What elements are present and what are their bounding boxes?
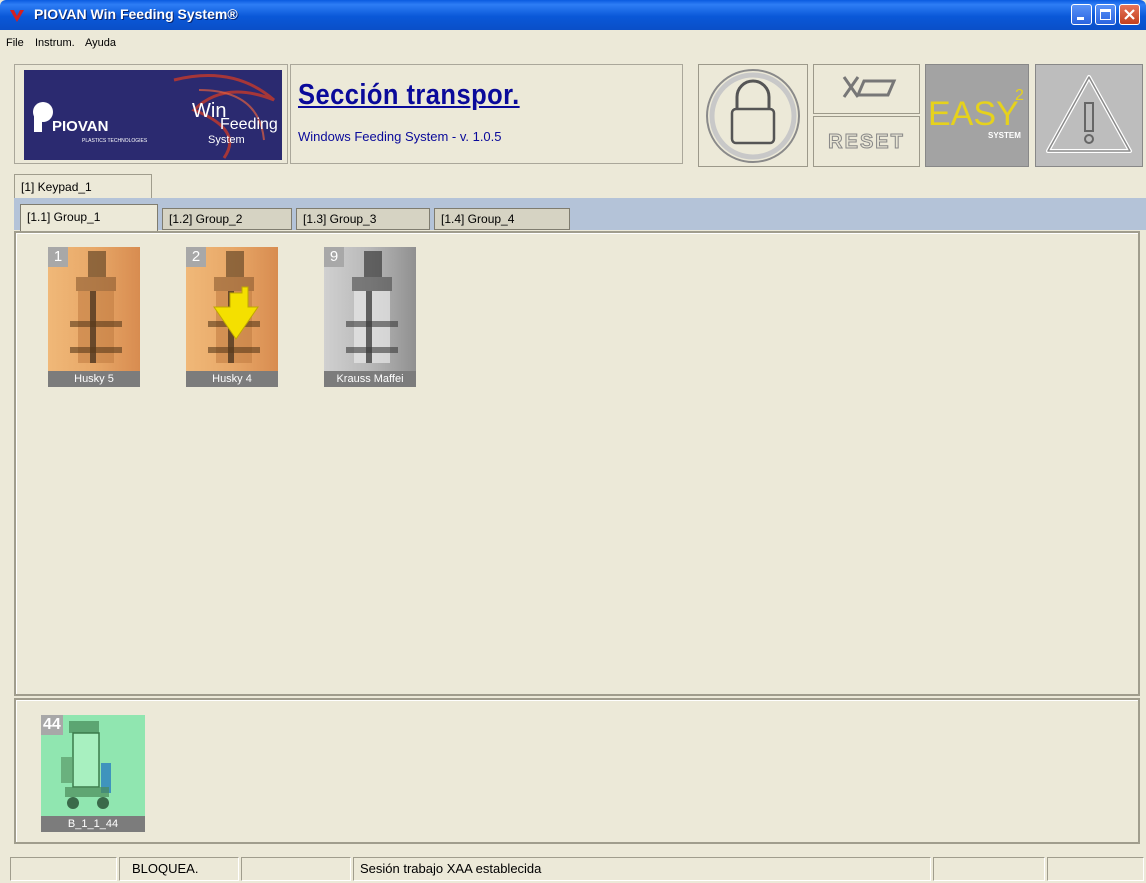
app-icon bbox=[10, 10, 24, 22]
device-label: Krauss Maffei bbox=[324, 371, 416, 387]
status-panel-empty-4 bbox=[1047, 857, 1144, 881]
status-message: Sesión trabajo XAA establecida bbox=[353, 857, 931, 881]
device-number: 9 bbox=[324, 247, 344, 267]
status-lock: BLOQUEA. bbox=[119, 857, 239, 881]
tab-group-2[interactable]: [1.2] Group_2 bbox=[162, 208, 292, 230]
alarm-button[interactable] bbox=[1035, 64, 1143, 167]
easy-sup: 2 bbox=[1015, 87, 1024, 104]
section-subtitle: Windows Feeding System - v. 1.0.5 bbox=[298, 129, 502, 144]
device-number: 1 bbox=[48, 247, 68, 267]
title-bar: PIOVAN Win Feeding System® bbox=[0, 0, 1146, 30]
tab-keypad-1[interactable]: [1] Keypad_1 bbox=[14, 174, 152, 198]
status-panel-empty-2 bbox=[241, 857, 351, 881]
lock-button[interactable] bbox=[698, 64, 808, 167]
easy-label: EASY bbox=[928, 95, 1019, 133]
logo-brand: PIOVAN bbox=[52, 118, 109, 135]
tab-group-1[interactable]: [1.1] Group_1 bbox=[20, 204, 158, 231]
devices-panel: 1 Husky 5 2 Husky 4 9 Krauss Maffei bbox=[14, 231, 1140, 696]
section-title: Sección transpor. bbox=[298, 79, 520, 111]
device-number: 2 bbox=[186, 247, 206, 267]
x-eraser-icon bbox=[842, 76, 897, 98]
device-tile[interactable]: 44 B_1_1_44 bbox=[41, 715, 145, 832]
lock-icon bbox=[706, 69, 800, 163]
x-button[interactable] bbox=[813, 64, 920, 114]
menu-instrum[interactable]: Instrum. bbox=[35, 37, 75, 49]
reset-label: RESET bbox=[828, 131, 905, 154]
status-panel-empty-1 bbox=[10, 857, 117, 881]
device-tile[interactable]: 2 Husky 4 bbox=[186, 247, 278, 387]
close-icon bbox=[1124, 9, 1135, 20]
logo-system: System bbox=[208, 134, 245, 146]
menu-bar: File Instrum. Ayuda bbox=[0, 30, 1146, 56]
minimize-button[interactable] bbox=[1071, 4, 1092, 25]
status-bar: BLOQUEA. Sesión trabajo XAA establecida bbox=[0, 853, 1146, 883]
logo-feeding: Feeding bbox=[220, 116, 278, 133]
tab-group-4[interactable]: [1.4] Group_4 bbox=[434, 208, 570, 230]
device-tile[interactable]: 9 Krauss Maffei bbox=[324, 247, 416, 387]
status-panel-empty-3 bbox=[933, 857, 1045, 881]
easy-sub: SYSTEM bbox=[988, 131, 1021, 140]
device-label: Husky 4 bbox=[186, 371, 278, 387]
logo-panel: PIOVAN PLASTICS TECHNOLOGIES Win Feeding… bbox=[14, 64, 288, 164]
maximize-button[interactable] bbox=[1095, 4, 1116, 25]
reset-button[interactable]: RESET bbox=[813, 116, 920, 167]
warning-icon bbox=[1046, 75, 1132, 153]
logo-brand-sub: PLASTICS TECHNOLOGIES bbox=[82, 138, 148, 144]
tab-group-3[interactable]: [1.3] Group_3 bbox=[296, 208, 430, 230]
maximize-icon bbox=[1100, 9, 1111, 20]
menu-file[interactable]: File bbox=[6, 37, 24, 49]
section-panel: Sección transpor. Windows Feeding System… bbox=[290, 64, 683, 164]
bottom-devices-panel: 44 B_1_1_44 bbox=[14, 698, 1140, 844]
window-title: PIOVAN Win Feeding System® bbox=[34, 6, 238, 22]
piovan-logo: PIOVAN PLASTICS TECHNOLOGIES Win Feeding… bbox=[24, 70, 282, 160]
device-number: 44 bbox=[41, 715, 63, 735]
minimize-icon bbox=[1077, 17, 1084, 20]
easy-system-button[interactable]: EASY 2 SYSTEM bbox=[925, 64, 1029, 167]
close-button[interactable] bbox=[1119, 4, 1140, 25]
device-label: B_1_1_44 bbox=[41, 816, 145, 832]
menu-ayuda[interactable]: Ayuda bbox=[85, 37, 116, 49]
device-label: Husky 5 bbox=[48, 371, 140, 387]
device-tile[interactable]: 1 Husky 5 bbox=[48, 247, 140, 387]
